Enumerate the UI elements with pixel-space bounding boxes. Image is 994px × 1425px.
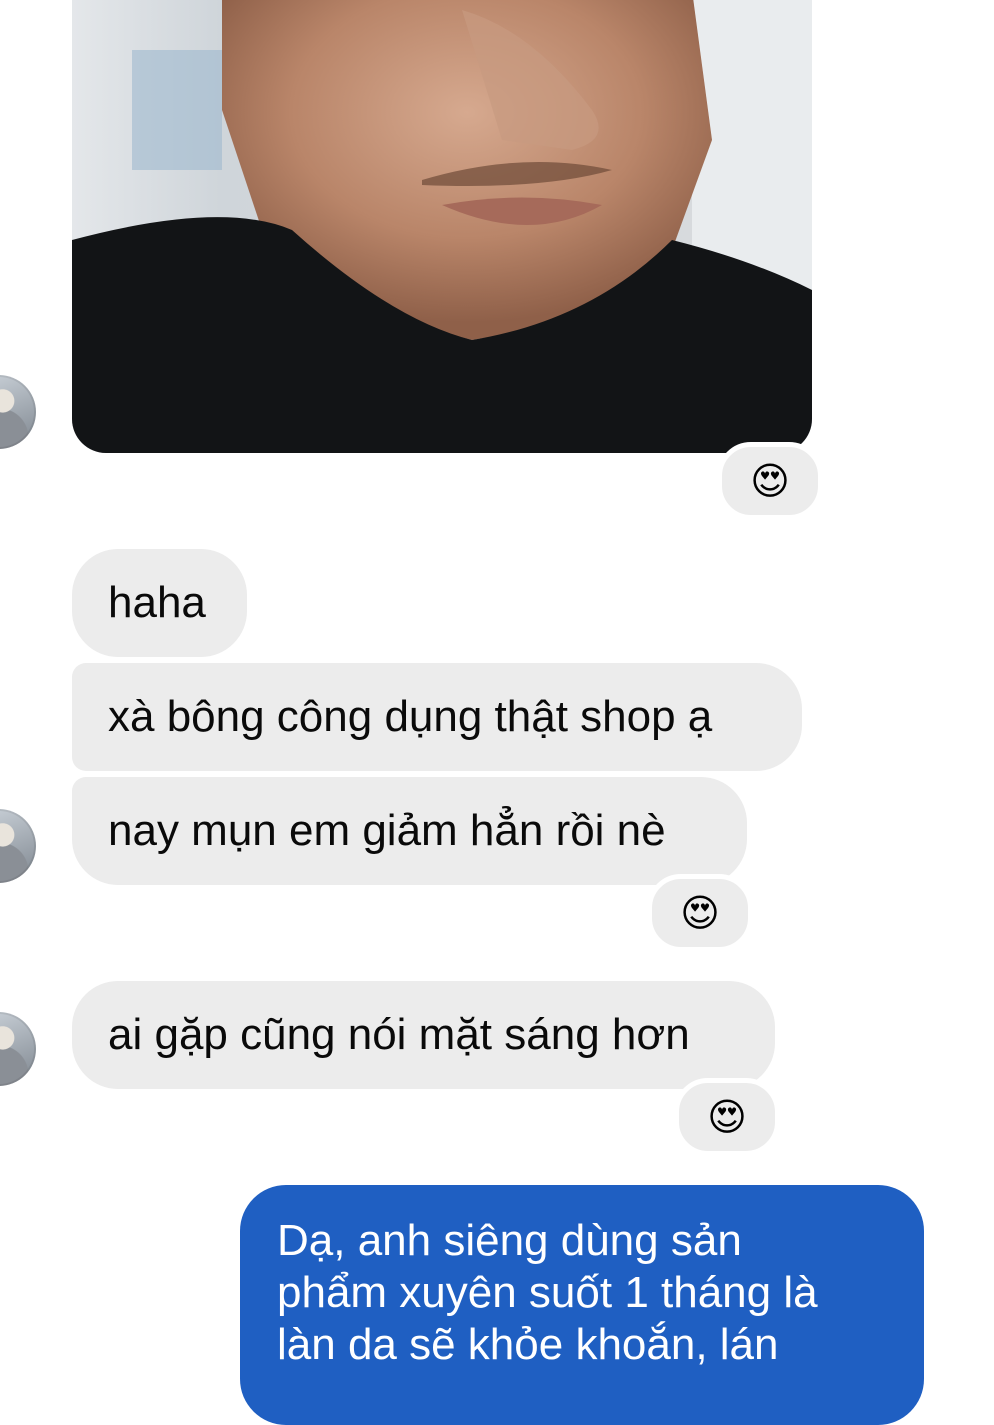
message-text: xà bông công dụng thật shop ạ [108,692,713,741]
heart-eyes-icon: 😍 [707,1096,747,1139]
reaction-badge[interactable]: 😍 [647,874,753,952]
reaction-badge[interactable]: 😍 [674,1078,780,1156]
photo-message[interactable] [72,0,812,453]
heart-eyes-icon: 😍 [750,460,790,503]
message-text: ai gặp cũng nói mặt sáng hơn [108,1010,690,1059]
message-text: nay mụn em giảm hẳn rồi nè [108,806,666,855]
message-line: phẩm xuyên suốt 1 tháng là [277,1268,818,1317]
photo-image [72,0,812,453]
message-line: Dạ, anh siêng dùng sản [277,1216,742,1265]
message-bubble[interactable]: ai gặp cũng nói mặt sáng hơn [72,981,775,1089]
heart-eyes-icon: 😍 [680,892,720,935]
message-line: làn da sẽ khỏe khoắn, lán [277,1320,779,1369]
sender-avatar[interactable] [0,1012,36,1086]
message-text: haha [108,578,206,627]
message-bubble[interactable]: nay mụn em giảm hẳn rồi nè [72,777,747,885]
message-bubble[interactable]: haha [72,549,247,657]
message-bubble[interactable]: xà bông công dụng thật shop ạ [72,663,802,771]
sender-avatar[interactable] [0,809,36,883]
outgoing-message-bubble[interactable]: Dạ, anh siêng dùng sản phẩm xuyên suốt 1… [240,1185,924,1425]
sender-avatar[interactable] [0,375,36,449]
reaction-badge[interactable]: 😍 [717,442,823,520]
